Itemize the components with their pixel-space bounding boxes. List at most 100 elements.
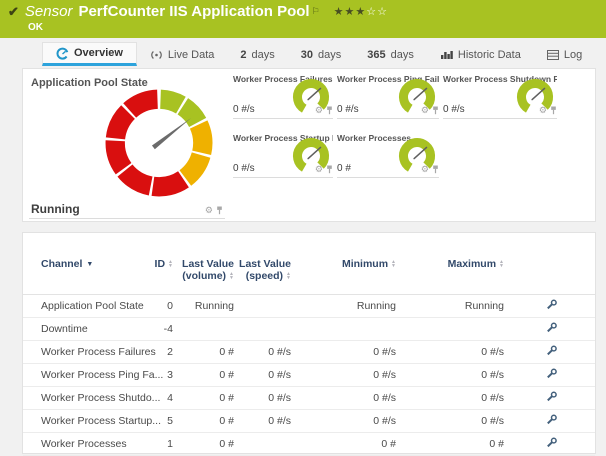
sensor-title: PerfCounter IIS Application Pool: [78, 3, 309, 20]
tab-log[interactable]: Log: [534, 43, 595, 66]
gauge-segment: [199, 124, 203, 152]
cell-last_volume: 0 #: [177, 410, 238, 433]
header-minimum[interactable]: Minimum▲▼: [295, 233, 400, 295]
header-maximum[interactable]: Maximum▲▼: [400, 233, 508, 295]
log-table-icon: [547, 50, 559, 60]
overview-panel: Application Pool State Worker Process Fa…: [22, 68, 596, 222]
cell-minimum: 0 #/s: [295, 387, 400, 410]
status-badge: OK: [28, 22, 43, 33]
table-row[interactable]: Application Pool State0RunningRunningRun…: [23, 295, 595, 318]
stars-filled: ★★★: [334, 6, 367, 18]
sort-icon: ▲▼: [229, 272, 234, 280]
header-lvv-line2: (volume): [182, 270, 226, 282]
header-id-label: ID: [155, 258, 166, 270]
tab-30-days[interactable]: 30days: [288, 43, 355, 66]
header-channel-label: Channel: [41, 258, 82, 270]
mini-gauge-panel[interactable]: Worker Process Startup Failu... 0 #/s ⚙: [233, 130, 333, 178]
pin-icon[interactable]: [326, 106, 333, 115]
stars-empty: ☆☆: [366, 6, 388, 18]
sort-icon: ▲▼: [286, 272, 291, 280]
mini-gauge-panel[interactable]: Worker Process Failures 0 #/s ⚙: [233, 71, 333, 119]
header-last-value-speed[interactable]: Last Value(speed)▲▼: [238, 233, 295, 295]
cell-last_speed: [238, 295, 295, 318]
flag-icon[interactable]: ⚐: [312, 6, 320, 17]
cell-maximum: 0 #/s: [400, 410, 508, 433]
main-gauge-status: Running: [31, 202, 80, 216]
cell-last_speed: 0 #/s: [238, 364, 295, 387]
cell-last_volume: 0 #: [177, 387, 238, 410]
channel-settings-icon[interactable]: [546, 414, 558, 425]
tab-settings[interactable]: ⚙ Settings: [595, 43, 606, 66]
table-row[interactable]: Worker Process Failures20 #0 #/s0 #/s0 #…: [23, 341, 595, 364]
cell-last_volume: 0 #: [177, 364, 238, 387]
mini-gauge-panel[interactable]: Worker Processes 0 # ⚙: [337, 130, 439, 178]
gear-icon[interactable]: ⚙: [539, 106, 547, 115]
gauge-segment: [161, 99, 181, 105]
table-row[interactable]: Worker Processes10 #0 #0 #: [23, 433, 595, 456]
channel-table-panel: Channel▼ ID▲▼ Last Value(volume)▲▼ Last …: [22, 232, 596, 454]
tab-2-word: days: [252, 49, 275, 61]
pin-icon[interactable]: [432, 106, 439, 115]
tab-overview[interactable]: Overview: [42, 42, 137, 66]
cell-maximum: [400, 318, 508, 341]
tab-2-days[interactable]: 2 days: [227, 43, 287, 66]
channel-settings-icon[interactable]: [546, 391, 558, 402]
pin-icon[interactable]: [432, 165, 439, 174]
cell-channel: Worker Processes: [23, 433, 151, 456]
mini-gauge-value: 0 #/s: [337, 104, 359, 115]
header-channel[interactable]: Channel▼: [23, 233, 151, 295]
table-row[interactable]: Worker Process Ping Fa...30 #0 #/s0 #/s0…: [23, 364, 595, 387]
mini-gauge-panel[interactable]: Worker Process Shutdown Fa... 0 #/s ⚙: [443, 71, 557, 119]
tab-365-days[interactable]: 365days: [354, 43, 427, 66]
cell-id: 0: [151, 295, 177, 318]
cell-channel: Worker Process Ping Fa...: [23, 364, 151, 387]
sensor-kind-label: Sensor: [25, 3, 73, 20]
pin-icon[interactable]: [216, 206, 223, 215]
mini-gauge-grid: Worker Process Failures 0 #/s ⚙ Worker P…: [233, 71, 557, 178]
cell-id: -4: [151, 318, 177, 341]
table-row[interactable]: Downtime-4: [23, 318, 595, 341]
mini-gauge-panel[interactable]: Worker Process Ping Failures 0 #/s ⚙: [337, 71, 439, 119]
table-row[interactable]: Worker Process Startup...50 #0 #/s0 #/s0…: [23, 410, 595, 433]
header-last-value-volume[interactable]: Last Value(volume)▲▼: [177, 233, 238, 295]
cell-minimum: 0 #/s: [295, 410, 400, 433]
cell-maximum: Running: [400, 295, 508, 318]
channel-settings-icon[interactable]: [546, 322, 558, 333]
gear-icon[interactable]: ⚙: [205, 206, 213, 215]
gear-icon[interactable]: ⚙: [421, 165, 429, 174]
cell-last_speed: 0 #/s: [238, 387, 295, 410]
mini-gauge-value: 0 #: [337, 163, 351, 174]
cell-actions: [508, 433, 595, 456]
cell-last_volume: [177, 318, 238, 341]
gear-icon[interactable]: ⚙: [421, 106, 429, 115]
pin-icon[interactable]: [326, 165, 333, 174]
tab-2-num: 2: [240, 49, 246, 61]
channel-settings-icon[interactable]: [546, 368, 558, 379]
tab-live-data[interactable]: Live Data: [137, 43, 227, 66]
sort-icon: ▲▼: [168, 260, 173, 268]
channel-settings-icon[interactable]: [546, 345, 558, 356]
gauge-segment: [185, 155, 201, 178]
tab-historic-data[interactable]: Historic Data: [427, 43, 534, 66]
gear-icon[interactable]: ⚙: [315, 165, 323, 174]
cell-id: 1: [151, 433, 177, 456]
mini-gauge-value: 0 #/s: [443, 104, 465, 115]
channel-settings-icon[interactable]: [546, 437, 558, 448]
header-lvs-line2: (speed): [246, 270, 283, 282]
cell-channel: Downtime: [23, 318, 151, 341]
cell-minimum: [295, 318, 400, 341]
table-row[interactable]: Worker Process Shutdo...40 #0 #/s0 #/s0 …: [23, 387, 595, 410]
gauge-segment: [125, 171, 151, 186]
header-id[interactable]: ID▲▼: [151, 233, 177, 295]
channel-settings-icon[interactable]: [546, 299, 558, 310]
cell-minimum: 0 #: [295, 433, 400, 456]
priority-stars[interactable]: ★★★☆☆: [334, 5, 388, 18]
cell-actions: [508, 341, 595, 364]
pin-icon[interactable]: [550, 106, 557, 115]
cell-channel: Worker Process Shutdo...: [23, 387, 151, 410]
cell-actions: [508, 364, 595, 387]
gear-icon[interactable]: ⚙: [315, 106, 323, 115]
cell-minimum: Running: [295, 295, 400, 318]
tab-live-data-label: Live Data: [168, 49, 214, 61]
header-max-label: Maximum: [448, 258, 496, 270]
